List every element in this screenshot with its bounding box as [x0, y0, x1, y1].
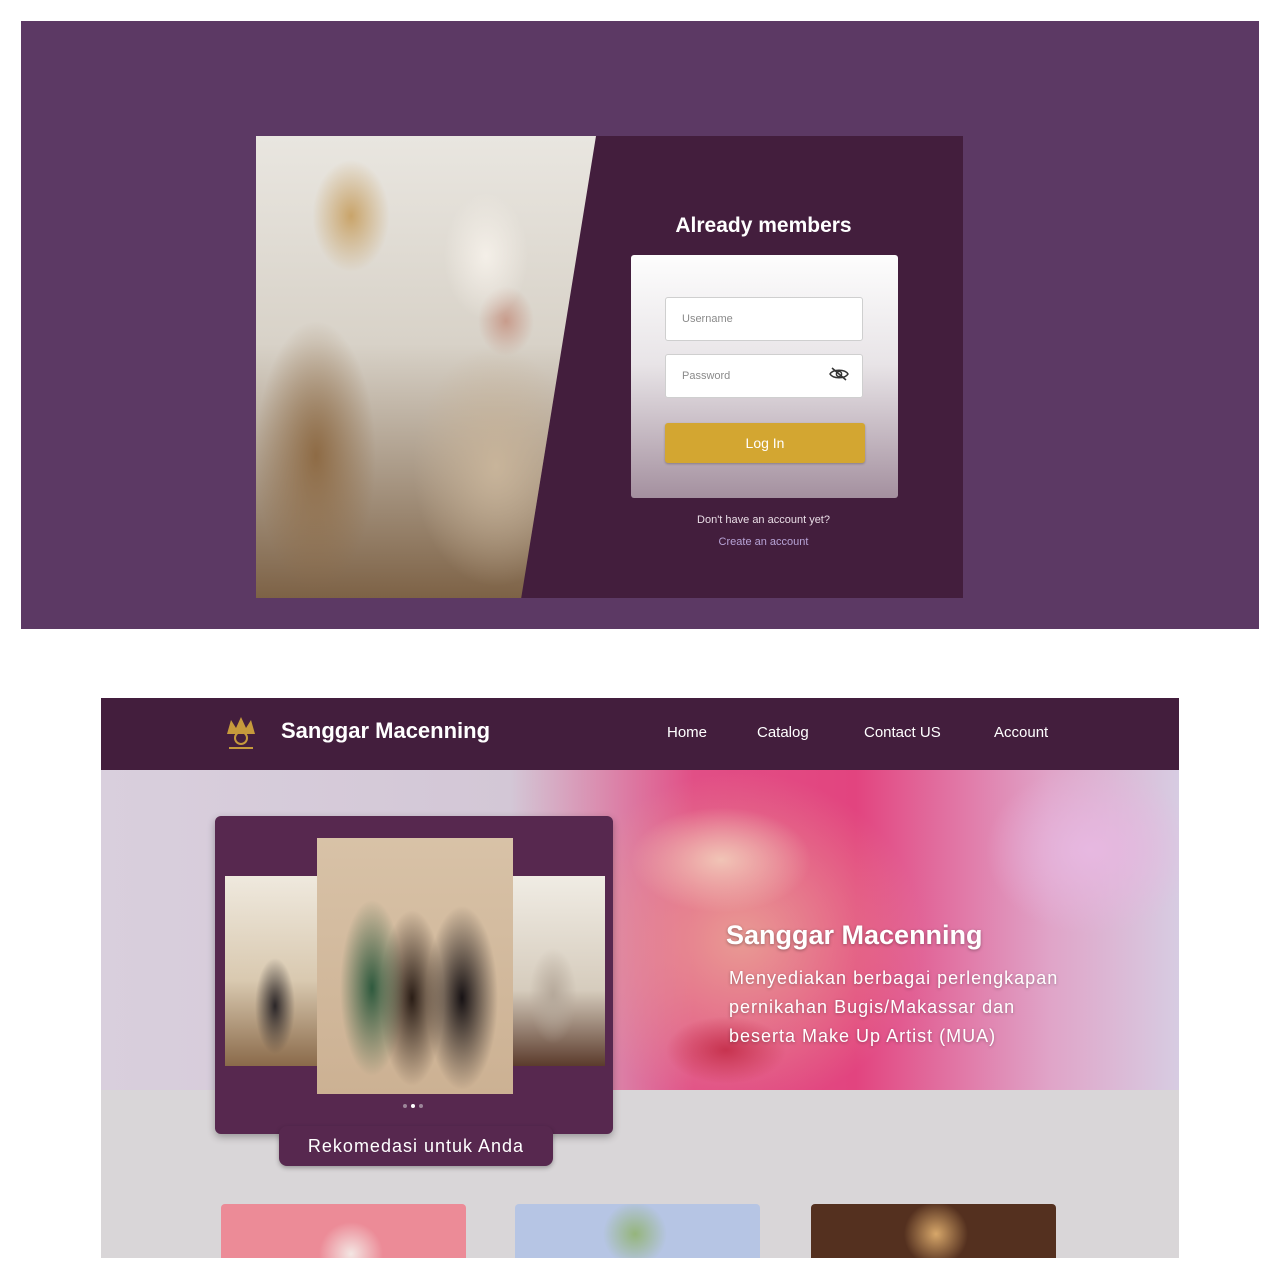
product-card[interactable]	[811, 1204, 1056, 1258]
hero-description: Menyediakan berbagai perlengkapan pernik…	[729, 968, 1059, 1046]
login-button[interactable]: Log In	[665, 423, 865, 463]
nav-account[interactable]: Account	[994, 724, 1048, 741]
carousel-dots	[403, 1104, 425, 1110]
nav-catalog[interactable]: Catalog	[757, 724, 809, 741]
recommendation-heading: Rekomedasi untuk Anda	[279, 1126, 553, 1166]
toggle-password-visibility-icon[interactable]	[829, 367, 849, 381]
photo-carousel[interactable]	[215, 816, 613, 1134]
carousel-dot[interactable]	[419, 1104, 423, 1108]
nav-contact-us[interactable]: Contact US	[864, 724, 941, 741]
create-account-link[interactable]: Create an account	[626, 536, 901, 548]
product-card[interactable]	[221, 1204, 466, 1258]
home-screen: Sanggar Macenning Home Catalog Contact U…	[101, 698, 1179, 1258]
login-title: Already members	[675, 214, 852, 237]
carousel-dot-active[interactable]	[411, 1104, 415, 1108]
carousel-slide-previous[interactable]	[225, 876, 317, 1066]
login-form: Log In	[631, 255, 898, 498]
hero-title: Sanggar Macenning	[726, 920, 983, 950]
carousel-slide-active[interactable]	[317, 838, 513, 1094]
brand-name[interactable]: Sanggar Macenning	[281, 718, 490, 744]
username-input[interactable]	[665, 297, 863, 341]
wedding-couple-photo	[256, 136, 596, 598]
nav-home[interactable]: Home	[667, 724, 707, 741]
carousel-slide-next[interactable]	[513, 876, 605, 1066]
brand-logo-icon[interactable]	[219, 712, 263, 752]
login-screen: Already members Log In Don't have an acc…	[21, 21, 1259, 629]
login-card: Already members Log In Don't have an acc…	[256, 136, 963, 598]
carousel-dot[interactable]	[403, 1104, 407, 1108]
product-card[interactable]	[515, 1204, 760, 1258]
signup-question: Don't have an account yet?	[697, 514, 830, 526]
navbar: Sanggar Macenning Home Catalog Contact U…	[101, 698, 1179, 770]
